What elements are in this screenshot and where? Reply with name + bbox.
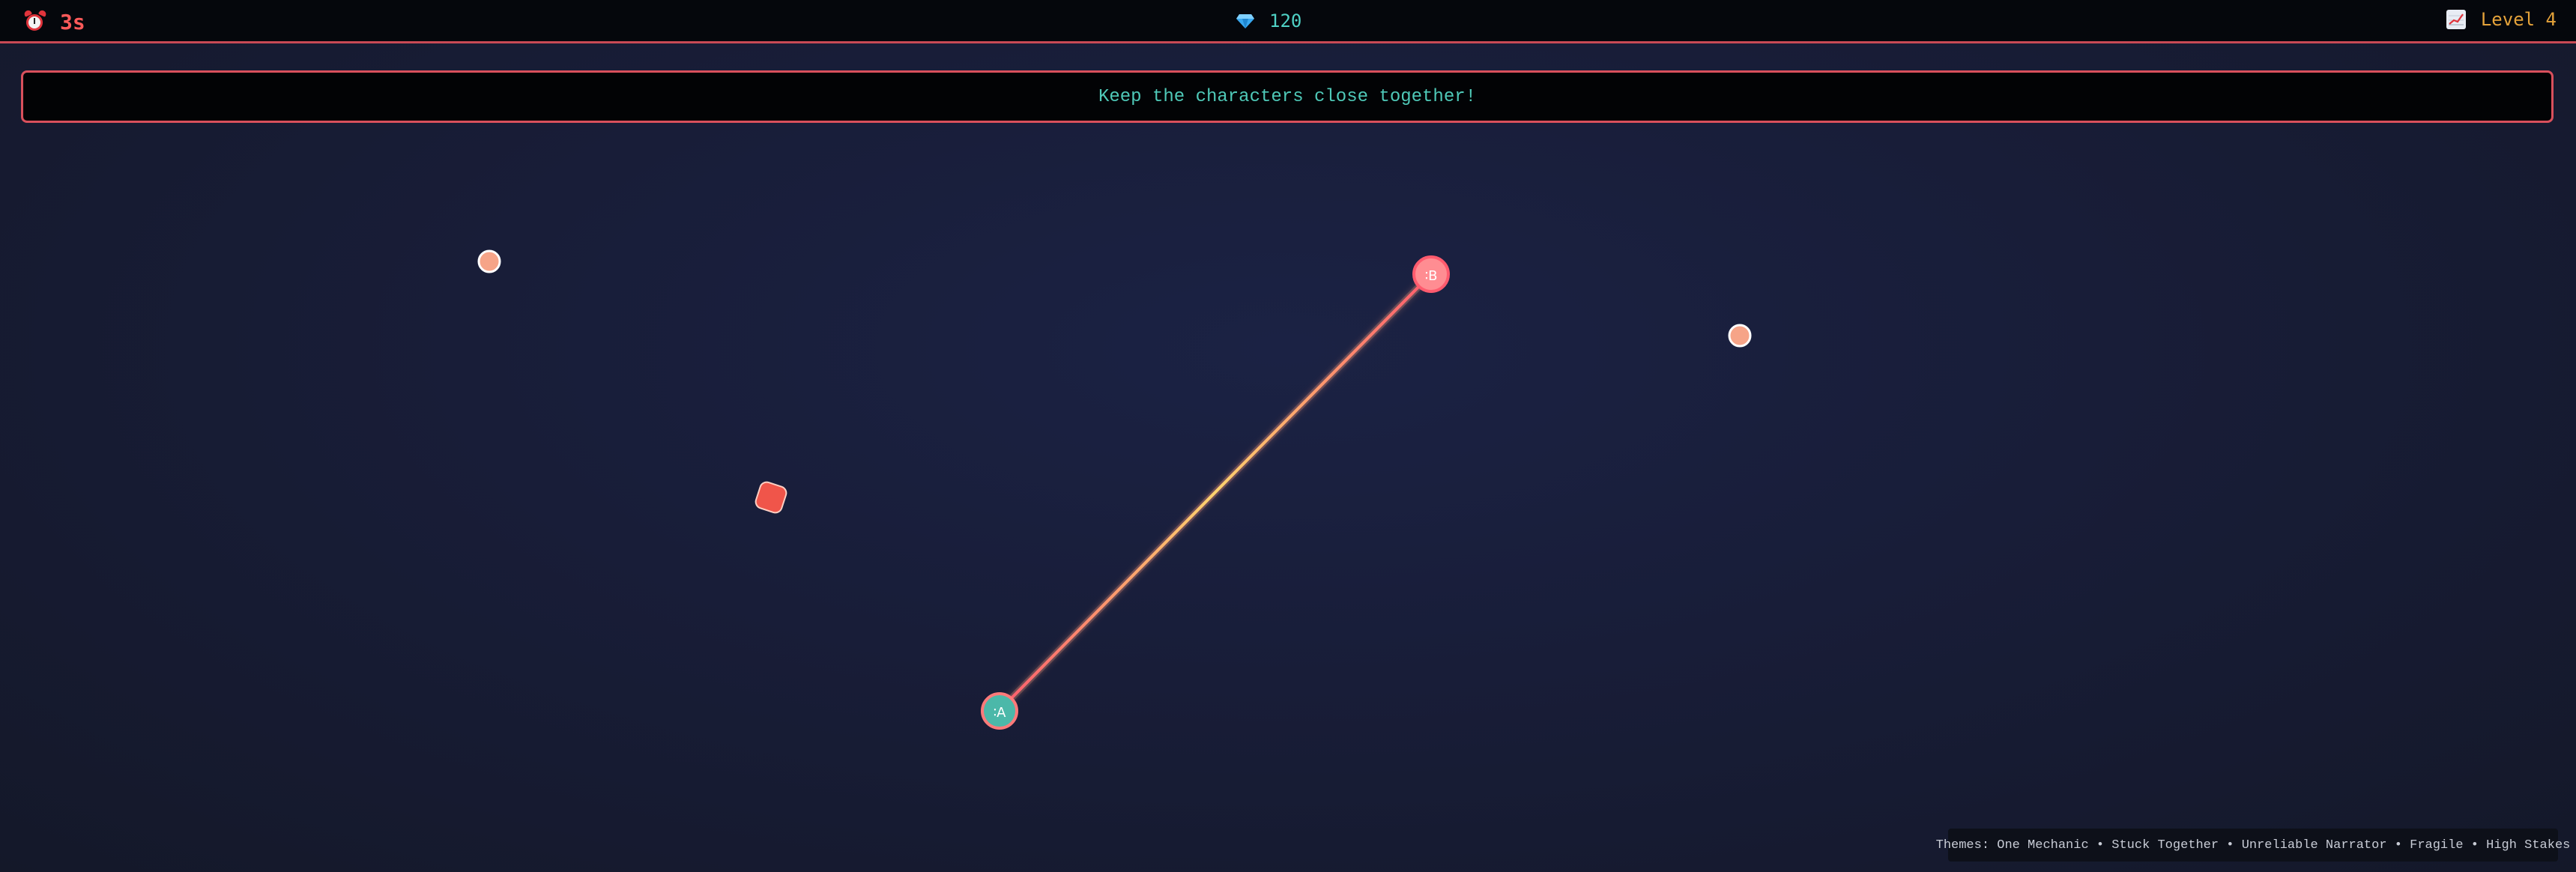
character-b[interactable]: ∶B [1412,255,1450,293]
character-a-glyph: ∶A [994,705,1007,721]
tether-line [998,273,1433,712]
themes-panel: Themes: One Mechanic • Stuck Together • … [1936,829,2570,862]
character-a[interactable]: ∶A [981,692,1018,730]
orb-pickup [1728,324,1752,348]
orb-pickup [477,249,501,273]
themes-text: Themes: One Mechanic • Stuck Together • … [1935,838,2571,853]
game-screen: 3s 120 Level 4 Keep the characters close… [0,0,2576,872]
character-b-glyph: ∶B [1424,268,1437,284]
hazard-block [755,481,787,514]
playfield[interactable]: ∶A ∶B [0,0,2576,872]
